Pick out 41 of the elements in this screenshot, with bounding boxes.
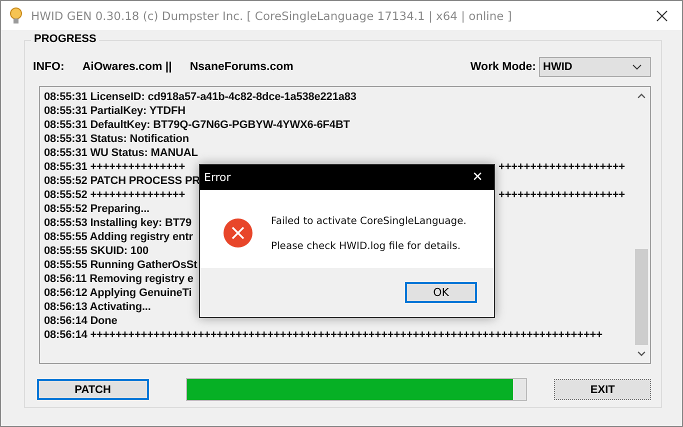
log-line: 08:56:12 Applying GenuineTi	[44, 286, 192, 300]
work-mode-dropdown[interactable]: HWID	[539, 57, 651, 77]
scroll-down-icon[interactable]	[637, 351, 646, 357]
ok-button[interactable]: OK	[405, 282, 477, 303]
error-message: Please check HWID.log file for details.	[271, 240, 462, 253]
work-mode-label: Work Mode:	[470, 61, 536, 73]
log-line: 08:55:31 WU Status: MANUAL	[44, 146, 198, 160]
log-line: ++++++++++++++++++++	[498, 160, 625, 174]
scroll-up-icon[interactable]	[637, 93, 646, 99]
log-line: 08:55:52 PATCH PROCESS PR	[44, 174, 200, 188]
error-message: Failed to activate CoreSingleLanguage.	[271, 215, 466, 228]
site-link[interactable]: NsaneForums.com	[190, 61, 294, 73]
patch-button[interactable]: PATCH	[37, 379, 149, 400]
log-line: 08:56:14 Done	[44, 314, 118, 328]
log-line: 08:56:14 +++++++++++++++++++++++++++++++++++++++++++++++++++++++++++++++++++++++++++++++++	[44, 328, 602, 342]
log-line: 08:55:31 LicenseID: cd918a57-a41b-4c82-8dce-1a538e221a83	[44, 90, 356, 104]
exit-button[interactable]: EXIT	[554, 379, 651, 400]
lightbulb-icon	[9, 6, 23, 24]
error-icon	[223, 218, 253, 248]
info-label: INFO:	[33, 61, 64, 73]
log-line: 08:55:31 DefaultKey: BT79Q-G7N6G-PGBYW-4YWX6-6F4BT	[44, 118, 350, 132]
chevron-down-icon	[632, 64, 642, 70]
window-title: HWID GEN 0.30.18 (c) Dumpster Inc. [ CoreSingleLanguage 17134.1 | x64 | online ]	[31, 8, 513, 22]
log-line: 08:55:31 Status: Notification	[44, 132, 190, 146]
log-line: 08:55:55 Adding registry entr	[44, 230, 193, 244]
log-line: 08:55:55 Running GatherOsSt	[44, 258, 198, 272]
log-line: 08:55:31 PartialKey: YTDFH	[44, 104, 186, 118]
log-line: 08:55:53 Installing key: BT79	[44, 216, 192, 230]
scroll-thumb[interactable]	[635, 248, 648, 346]
log-line: 08:56:13 Activating...	[44, 300, 151, 314]
group-title: PROGRESS	[31, 33, 100, 45]
log-line: 08:55:55 SKUID: 100	[44, 244, 148, 258]
log-line: ++++++++++++++++++++	[498, 188, 625, 202]
dialog-title: Error	[204, 171, 231, 184]
close-icon[interactable]	[656, 10, 668, 22]
log-line: 08:55:31 +++++++++++++++	[44, 160, 186, 174]
site-link[interactable]: AiOwares.com ||	[82, 61, 172, 73]
log-line: 08:55:52 +++++++++++++++	[44, 188, 186, 202]
log-line: 08:56:11 Removing registry e	[44, 272, 194, 286]
close-button[interactable]: ✕	[472, 170, 483, 185]
log-line: 08:55:52 Preparing...	[44, 202, 150, 216]
